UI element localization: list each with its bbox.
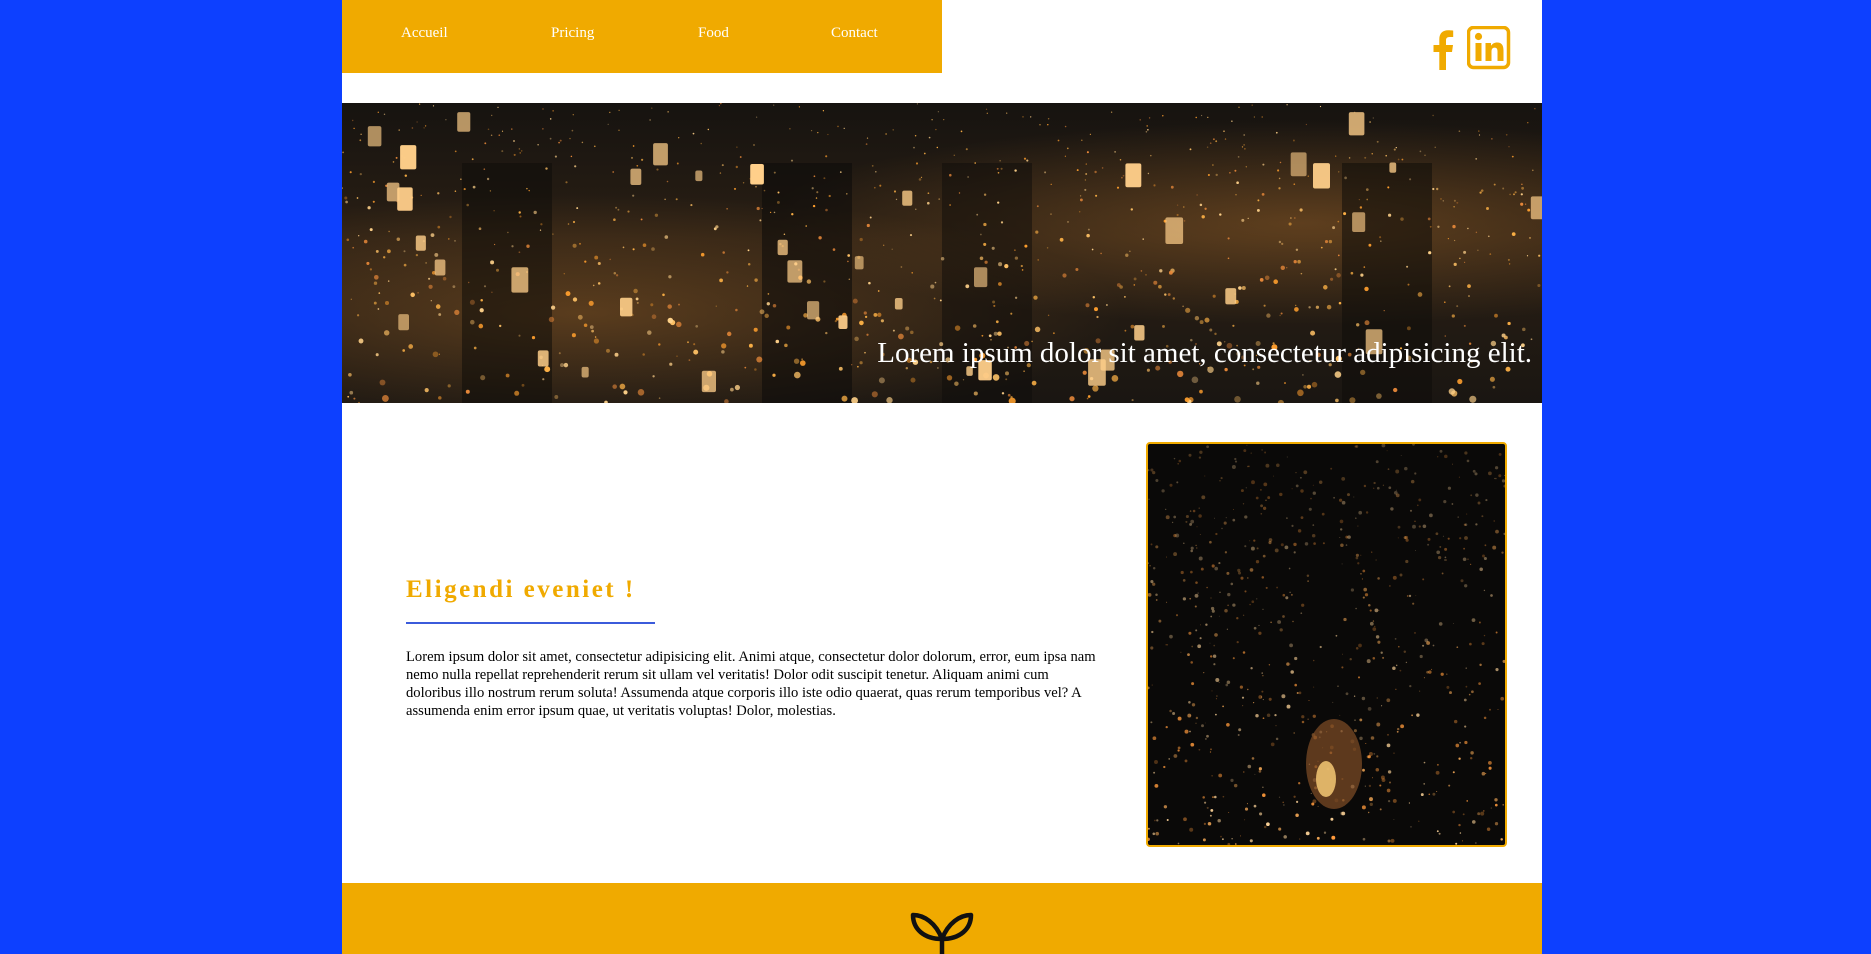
nav-link-accueil[interactable]: Accueil xyxy=(401,25,448,42)
nav-link-food[interactable]: Food xyxy=(698,25,729,42)
footer xyxy=(342,883,1542,954)
header: Accueil Pricing Food Contact xyxy=(342,0,1542,73)
section-body-text: Lorem ipsum dolor sit amet, consectetur … xyxy=(406,649,1096,719)
main-nav: Accueil Pricing Food Contact xyxy=(342,0,942,73)
facebook-icon xyxy=(1433,30,1454,70)
hero-banner: Lorem ipsum dolor sit amet, consectetur … xyxy=(342,103,1542,403)
linkedin-icon xyxy=(1466,25,1511,70)
side-photo-image xyxy=(1148,444,1505,845)
section-title: Eligendi eveniet ! xyxy=(406,576,636,603)
nav-link-contact[interactable]: Contact xyxy=(831,25,878,42)
title-underline xyxy=(406,622,655,624)
sprout-icon xyxy=(910,912,974,954)
page: Accueil Pricing Food Contact Lorem ipsum… xyxy=(342,0,1542,954)
hero-caption: Lorem ipsum dolor sit amet, consectetur … xyxy=(877,337,1532,369)
facebook-link[interactable] xyxy=(1431,26,1455,70)
linkedin-link[interactable] xyxy=(1466,25,1511,70)
nav-link-pricing[interactable]: Pricing xyxy=(551,25,594,42)
side-photo xyxy=(1146,442,1507,847)
